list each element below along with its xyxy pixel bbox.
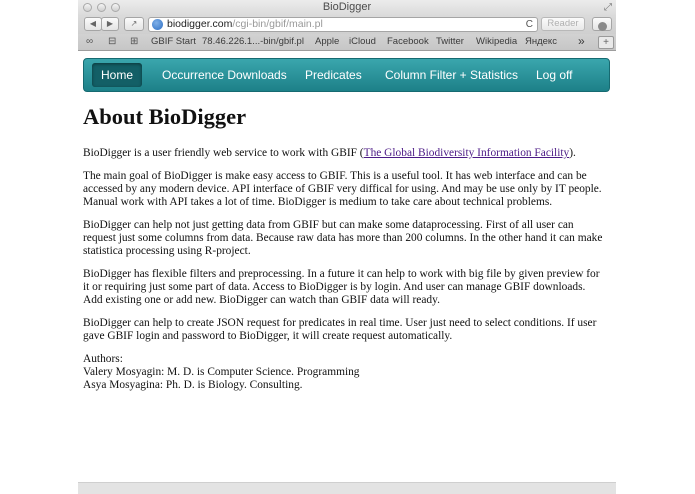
browser-toolbar: ◀ ▶ ↗ biodigger.com/cgi-bin/gbif/main.pl… <box>78 16 616 34</box>
address-bar[interactable]: biodigger.com/cgi-bin/gbif/main.pl C <box>148 17 538 32</box>
more-bookmarks-icon[interactable]: » <box>578 34 585 48</box>
authors-label: Authors: <box>83 353 123 365</box>
intro-text-end: ). <box>569 147 576 159</box>
nav-home[interactable]: Home <box>92 63 143 87</box>
nav-log-off[interactable]: Log off <box>536 59 572 91</box>
gbif-link[interactable]: The Global Biodiversity Information Faci… <box>364 147 570 159</box>
forward-icon: ▶ <box>106 19 114 28</box>
filters-paragraph: BioDigger has flexible filters and prepr… <box>83 268 600 306</box>
bookmark-wikipedia[interactable]: Wikipedia <box>476 36 517 47</box>
url-path: /cgi-bin/gbif/main.pl <box>232 18 323 30</box>
goal-paragraph: The main goal of BioDigger is make easy … <box>83 170 602 208</box>
nav-occurrence-downloads[interactable]: Occurrence Downloads <box>162 59 287 91</box>
author-2: Asya Mosyagina: Ph. D. is Biology. Consu… <box>83 379 303 391</box>
new-tab-button[interactable]: + <box>598 36 614 49</box>
site-navbar: Home Occurrence Downloads Predicates Col… <box>83 58 610 92</box>
processing-paragraph: BioDigger can help not just getting data… <box>83 219 603 257</box>
page-content: About BioDigger BioDigger is a user frie… <box>83 103 603 392</box>
bookmark-yandex[interactable]: Яндекс <box>525 36 557 47</box>
downloads-button[interactable] <box>592 17 612 31</box>
back-icon: ◀ <box>89 19 97 28</box>
share-button[interactable]: ↗ <box>124 17 144 31</box>
share-icon: ↗ <box>130 19 138 28</box>
bookmark-gbif-start[interactable]: GBIF Start <box>151 36 196 47</box>
bookmark-facebook[interactable]: Facebook <box>387 36 429 47</box>
reader-button[interactable]: Reader <box>541 17 585 31</box>
reading-list-icon[interactable]: ∞ <box>86 36 93 47</box>
nav-predicates[interactable]: Predicates <box>305 59 362 91</box>
forward-button[interactable]: ▶ <box>101 17 119 31</box>
top-sites-grid-icon[interactable]: ⊞ <box>130 36 138 47</box>
horizontal-scrollbar[interactable] <box>78 482 616 494</box>
url-domain: biodigger.com <box>167 18 233 30</box>
intro-paragraph: BioDigger is a user friendly web service… <box>83 147 603 160</box>
bookmark-twitter[interactable]: Twitter <box>436 36 464 47</box>
fullscreen-icon[interactable]: ⤢ <box>604 2 612 13</box>
author-1: Valery Mosyagin: M. D. is Computer Scien… <box>83 366 360 378</box>
download-icon <box>597 22 607 31</box>
json-paragraph: BioDigger can help to create JSON reques… <box>83 317 597 342</box>
address-url: biodigger.com/cgi-bin/gbif/main.pl <box>167 18 323 31</box>
back-button[interactable]: ◀ <box>84 17 102 31</box>
bookmark-icloud[interactable]: iCloud <box>349 36 376 47</box>
globe-icon <box>152 19 163 30</box>
page-title: About BioDigger <box>83 104 247 129</box>
browser-window: BioDigger ⤢ ◀ ▶ ↗ biodigger.com/cgi-bin/… <box>78 0 616 494</box>
bookmarks-book-icon[interactable]: ⊟ <box>108 36 116 47</box>
window-title: BioDigger <box>322 1 372 13</box>
bookmarks-bar: ∞ ⊟ ⊞ GBIF Start 78.46.226.1...-bin/gbif… <box>78 34 616 51</box>
bookmark-apple[interactable]: Apple <box>315 36 339 47</box>
bookmark-gbif-pl[interactable]: 78.46.226.1...-bin/gbif.pl <box>202 36 304 47</box>
intro-text: BioDigger is a user friendly web service… <box>83 147 364 159</box>
title-bar: BioDigger ⤢ <box>78 0 616 16</box>
nav-column-filter-statistics[interactable]: Column Filter + Statistics <box>385 59 518 91</box>
web-page: Home Occurrence Downloads Predicates Col… <box>78 51 616 482</box>
reload-icon[interactable]: C <box>526 18 533 31</box>
